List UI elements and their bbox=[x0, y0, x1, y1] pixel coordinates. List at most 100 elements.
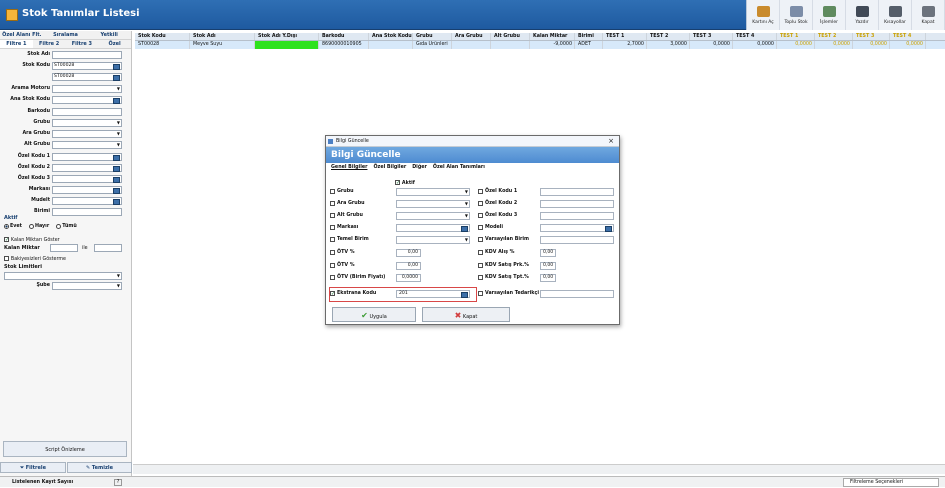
horizontal-scrollbar[interactable] bbox=[133, 464, 945, 474]
shortcut-button[interactable]: Kısayollar bbox=[879, 0, 912, 30]
column-header[interactable]: TEST 3 bbox=[853, 33, 890, 40]
field-input[interactable]: ST00028 bbox=[52, 62, 122, 70]
kalan-check[interactable]: Kalan Miktarı Göster bbox=[4, 236, 60, 243]
field-checkbox[interactable] bbox=[478, 189, 483, 194]
dialog-field-input[interactable]: 0,00 bbox=[540, 274, 556, 282]
field-input[interactable] bbox=[52, 85, 122, 93]
stack-button[interactable]: Toplu Stok bbox=[780, 0, 813, 30]
field-checkbox[interactable] bbox=[478, 291, 483, 296]
tab-top-2[interactable]: Yetkili bbox=[87, 31, 131, 39]
aktif-radio-2[interactable]: Tümü bbox=[56, 224, 77, 229]
column-header[interactable]: TEST 4 bbox=[890, 33, 926, 40]
close-icon[interactable]: × bbox=[608, 136, 614, 147]
column-header[interactable]: TEST 4 bbox=[733, 33, 777, 40]
filter-button[interactable]: ⏷ Filtrele bbox=[0, 462, 66, 473]
column-header[interactable]: Alt Grubu bbox=[491, 33, 530, 40]
field-checkbox[interactable] bbox=[330, 189, 335, 194]
field-input[interactable] bbox=[52, 108, 122, 116]
kalan-max-input[interactable] bbox=[94, 244, 122, 252]
column-header[interactable]: TEST 2 bbox=[647, 33, 690, 40]
aktif-radio-0[interactable]: Evet bbox=[4, 224, 22, 229]
dialog-field-input[interactable] bbox=[396, 200, 470, 208]
close-button[interactable]: Kapat bbox=[912, 0, 945, 30]
field-checkbox[interactable] bbox=[330, 237, 335, 242]
field-input[interactable] bbox=[52, 51, 122, 59]
field-input[interactable]: ST00028 bbox=[52, 73, 122, 81]
kalan-min-input[interactable] bbox=[50, 244, 78, 252]
stok-limitleri-select[interactable] bbox=[4, 272, 122, 280]
dialog-tab-0[interactable]: Genel Bilgiler bbox=[329, 163, 369, 172]
filter-tab-3[interactable]: Özel bbox=[98, 40, 131, 48]
process-button[interactable]: İşlemler bbox=[813, 0, 846, 30]
column-header[interactable]: Ana Stok Kodu bbox=[369, 33, 413, 40]
filter-tab-0[interactable]: Filtre 1 bbox=[0, 40, 33, 48]
field-input[interactable] bbox=[52, 175, 122, 183]
field-checkbox[interactable] bbox=[330, 250, 335, 255]
column-header[interactable]: Birimi bbox=[575, 33, 603, 40]
field-checkbox[interactable] bbox=[478, 250, 483, 255]
dialog-field-input[interactable] bbox=[396, 236, 470, 244]
field-checkbox[interactable] bbox=[330, 275, 335, 280]
dialog-field-input[interactable]: 0,00 bbox=[396, 262, 421, 270]
aktif-check[interactable]: Aktif bbox=[395, 179, 415, 186]
column-header[interactable]: Barkodu bbox=[319, 33, 369, 40]
field-input[interactable] bbox=[52, 208, 122, 216]
dialog-field-input[interactable] bbox=[540, 212, 614, 220]
field-input[interactable] bbox=[52, 119, 122, 127]
dialog-field-input[interactable] bbox=[540, 290, 614, 298]
script-preview-button[interactable]: Script Önizleme bbox=[3, 441, 127, 457]
column-header[interactable]: Stok Adı bbox=[190, 33, 255, 40]
kalan-checkbox[interactable] bbox=[4, 237, 9, 242]
aktif-checkbox[interactable] bbox=[395, 180, 400, 185]
column-header[interactable]: TEST 3 bbox=[690, 33, 733, 40]
help-button[interactable]: ? bbox=[114, 479, 122, 486]
dialog-tab-1[interactable]: Özel Bilgiler bbox=[371, 163, 408, 172]
clear-button[interactable]: ✎ Temizle bbox=[67, 462, 132, 473]
field-checkbox[interactable] bbox=[330, 225, 335, 230]
field-input[interactable] bbox=[52, 186, 122, 194]
field-input[interactable] bbox=[52, 197, 122, 205]
field-input[interactable] bbox=[52, 164, 122, 172]
field-checkbox[interactable] bbox=[478, 263, 483, 268]
aktif-radio-1[interactable]: Hayır bbox=[28, 224, 49, 229]
column-header[interactable]: TEST 1 bbox=[603, 33, 647, 40]
printer-button[interactable]: Yazdır bbox=[846, 0, 879, 30]
bakiye-checkbox[interactable] bbox=[4, 256, 9, 261]
dialog-field-input[interactable] bbox=[540, 188, 614, 196]
field-input[interactable] bbox=[52, 130, 122, 138]
field-input[interactable] bbox=[52, 141, 122, 149]
dialog-field-input[interactable]: 0,00 bbox=[396, 249, 421, 257]
dialog-field-input[interactable]: 0,00 bbox=[540, 262, 556, 270]
filter-tab-1[interactable]: Filtre 2 bbox=[33, 40, 66, 48]
cancel-button[interactable]: ✖ Kapat bbox=[422, 307, 510, 322]
dialog-field-input[interactable] bbox=[540, 200, 614, 208]
field-input[interactable] bbox=[52, 96, 122, 104]
field-checkbox[interactable] bbox=[330, 201, 335, 206]
field-checkbox[interactable] bbox=[478, 201, 483, 206]
column-header[interactable]: Grubu bbox=[413, 33, 452, 40]
dialog-tab-3[interactable]: Özel Alan Tanımları bbox=[431, 163, 487, 172]
dialog-field-input[interactable] bbox=[396, 188, 470, 196]
field-checkbox[interactable] bbox=[330, 213, 335, 218]
dialog-field-input[interactable] bbox=[396, 212, 470, 220]
field-checkbox[interactable] bbox=[478, 237, 483, 242]
column-header[interactable]: Stok Adı Y.Dışı bbox=[255, 33, 319, 40]
column-header[interactable]: Ara Grubu bbox=[452, 33, 491, 40]
field-checkbox[interactable] bbox=[478, 213, 483, 218]
column-header[interactable]: TEST 2 bbox=[815, 33, 853, 40]
dialog-tab-2[interactable]: Diğer bbox=[410, 163, 429, 172]
tab-top-0[interactable]: Özel Alanı Flt. bbox=[0, 31, 44, 39]
field-checkbox[interactable] bbox=[478, 225, 483, 230]
field-input[interactable] bbox=[52, 153, 122, 161]
filter-options-dropdown[interactable]: Filtreleme Seçenekleri bbox=[843, 478, 939, 487]
dialog-field-input[interactable] bbox=[540, 236, 614, 244]
tab-top-1[interactable]: Sıralama bbox=[44, 31, 88, 39]
column-header[interactable]: TEST 1 bbox=[777, 33, 815, 40]
filter-tab-2[interactable]: Filtre 3 bbox=[66, 40, 99, 48]
column-header[interactable]: Stok Kodu bbox=[135, 33, 190, 40]
field-checkbox[interactable] bbox=[478, 275, 483, 280]
card-button[interactable]: Kartını Aç bbox=[747, 0, 780, 30]
dialog-field-input[interactable]: 0,0000 bbox=[396, 274, 421, 282]
apply-button[interactable]: ✔ Uygula bbox=[332, 307, 416, 322]
sube-select[interactable] bbox=[52, 282, 122, 290]
